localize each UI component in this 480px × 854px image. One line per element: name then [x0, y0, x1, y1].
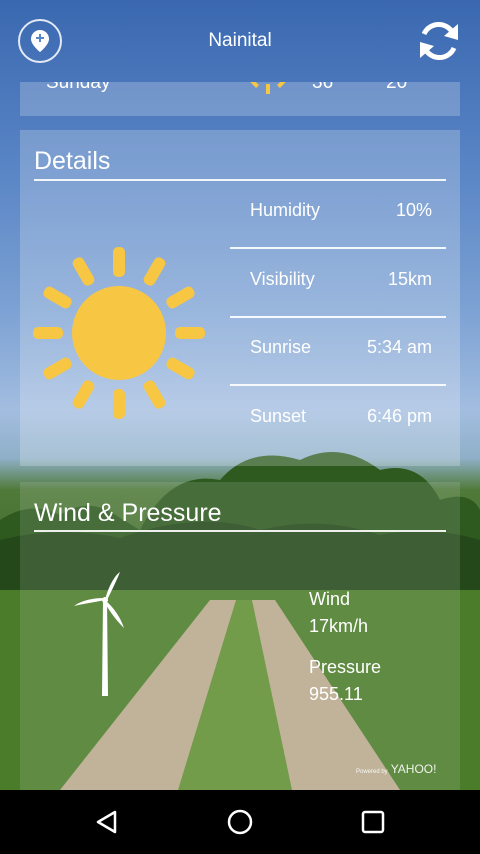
- back-triangle-icon[interactable]: [91, 806, 123, 838]
- sunset-label: Sunset: [250, 406, 307, 426]
- yahoo-attribution[interactable]: Powered by YAHOO!: [356, 762, 436, 776]
- sunset-row: Sunset 6:46 pm: [230, 386, 446, 455]
- sunrise-label: Sunrise: [250, 337, 312, 357]
- sunset-value: 6:46 pm: [366, 406, 432, 426]
- wind-pressure-divider: [34, 530, 446, 532]
- humidity-value: 10%: [395, 200, 432, 220]
- powered-by-text: Powered by: [356, 769, 388, 775]
- details-card: Details Humidity 10% Visibility 15km Sun…: [20, 130, 460, 466]
- visibility-row: Visibility 15km: [230, 249, 446, 318]
- forecast-low: 20: [386, 82, 408, 93]
- wind-value: 17km/h: [309, 616, 369, 636]
- wind-pressure-card: Wind & Pressure Wind 17km/h Pressure 955…: [20, 482, 460, 790]
- wind-turbine-icon: [74, 572, 124, 696]
- sun-icon: [249, 82, 287, 94]
- forecast-day: Sunday: [46, 82, 111, 93]
- humidity-row: Humidity 10%: [230, 180, 446, 249]
- recents-square-icon[interactable]: [357, 806, 389, 838]
- visibility-value: 15km: [387, 269, 432, 289]
- sunrise-value: 5:34 am: [366, 337, 432, 357]
- pressure-block: Pressure 955.11: [309, 654, 381, 708]
- sunrise-row: Sunrise 5:34 am: [230, 317, 446, 386]
- sun-icon: [33, 247, 205, 419]
- details-title: Details: [34, 147, 111, 175]
- refresh-button[interactable]: [414, 16, 464, 66]
- wind-label: Wind: [309, 589, 351, 609]
- forecast-high: 36: [312, 82, 334, 93]
- yahoo-logo-text: YAHOO!: [390, 762, 437, 776]
- wind-block: Wind 17km/h: [309, 586, 368, 640]
- forecast-day-row: Sunday 36 20: [20, 82, 460, 116]
- home-circle-icon[interactable]: [224, 806, 256, 838]
- refresh-icon: [420, 22, 458, 60]
- app-header: Nainital: [0, 0, 480, 82]
- pressure-value: 955.11: [309, 684, 363, 704]
- wind-pressure-title: Wind & Pressure: [34, 499, 222, 527]
- city-name: Nainital: [208, 30, 272, 51]
- pressure-label: Pressure: [309, 657, 382, 677]
- humidity-label: Humidity: [250, 200, 321, 220]
- system-nav-bar: [0, 790, 480, 854]
- visibility-label: Visibility: [250, 269, 315, 289]
